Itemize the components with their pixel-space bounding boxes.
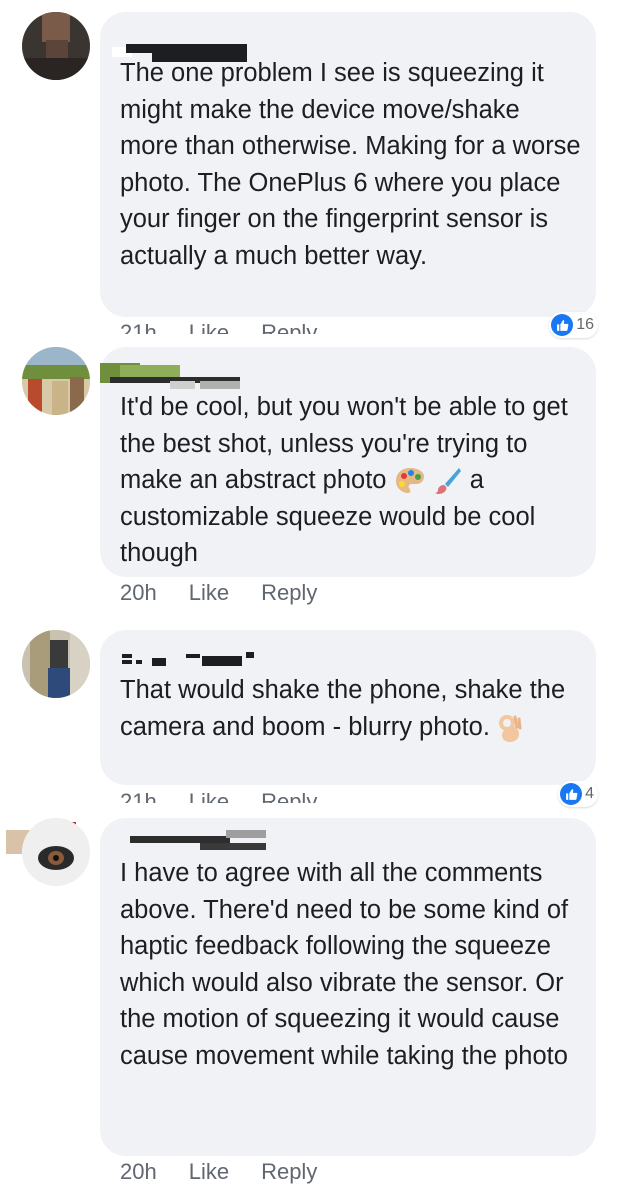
comment-bubble: That would shake the phone, shake the ca… xyxy=(100,630,596,785)
comment-text-part-1: It'd be cool, but you won't be able to g… xyxy=(120,393,568,494)
avatar-image xyxy=(22,818,90,886)
comment-actions: 21h Like Reply xyxy=(120,789,349,803)
avatar[interactable] xyxy=(22,347,90,415)
reply-button[interactable]: Reply xyxy=(261,789,317,803)
avatar[interactable] xyxy=(22,630,90,698)
comment-text: It'd be cool, but you won't be able to g… xyxy=(120,389,582,572)
reaction-count: 4 xyxy=(585,785,594,802)
like-button[interactable]: Like xyxy=(189,580,229,605)
comment-actions: 20h Like Reply xyxy=(120,580,349,610)
like-button[interactable]: Like xyxy=(189,1159,229,1184)
comment-time: 21h xyxy=(120,789,157,803)
comment-text: The one problem I see is squeezing it mi… xyxy=(120,59,581,270)
like-button[interactable]: Like xyxy=(189,320,229,334)
comment-bubble: It'd be cool, but you won't be able to g… xyxy=(100,347,596,577)
reply-button[interactable]: Reply xyxy=(261,320,317,334)
comment-bubble: I have to agree with all the comments ab… xyxy=(100,818,596,1156)
comment-text: That would shake the phone, shake the ca… xyxy=(120,672,582,745)
avatar-image xyxy=(22,12,90,80)
reply-button[interactable]: Reply xyxy=(261,580,317,605)
reaction-count-badge[interactable]: 4 xyxy=(558,781,598,807)
reaction-count: 16 xyxy=(576,316,594,333)
comment-time: 20h xyxy=(120,580,157,605)
paintbrush-icon xyxy=(434,468,461,495)
thumbs-up-icon xyxy=(560,783,583,805)
thumbs-up-icon xyxy=(551,314,574,336)
avatar[interactable] xyxy=(22,12,90,80)
comment-time: 21h xyxy=(120,320,157,334)
reply-button[interactable]: Reply xyxy=(261,1159,317,1184)
ok-hand-icon xyxy=(499,714,522,742)
comment-actions: 21h Like Reply xyxy=(120,320,349,334)
comment-bubble: The one problem I see is squeezing it mi… xyxy=(100,12,596,317)
avatar-image xyxy=(22,347,90,415)
comment-actions: 20h Like Reply xyxy=(120,1159,349,1189)
comment-time: 20h xyxy=(120,1159,157,1184)
avatar-image xyxy=(22,630,90,698)
artist-palette-icon xyxy=(395,468,424,494)
redacted-author-name xyxy=(122,652,254,666)
comment-text: I have to agree with all the comments ab… xyxy=(120,859,569,1070)
redacted-author-name xyxy=(130,830,266,850)
like-button[interactable]: Like xyxy=(189,789,229,803)
avatar[interactable] xyxy=(22,818,90,886)
reaction-count-badge[interactable]: 16 xyxy=(549,312,598,338)
